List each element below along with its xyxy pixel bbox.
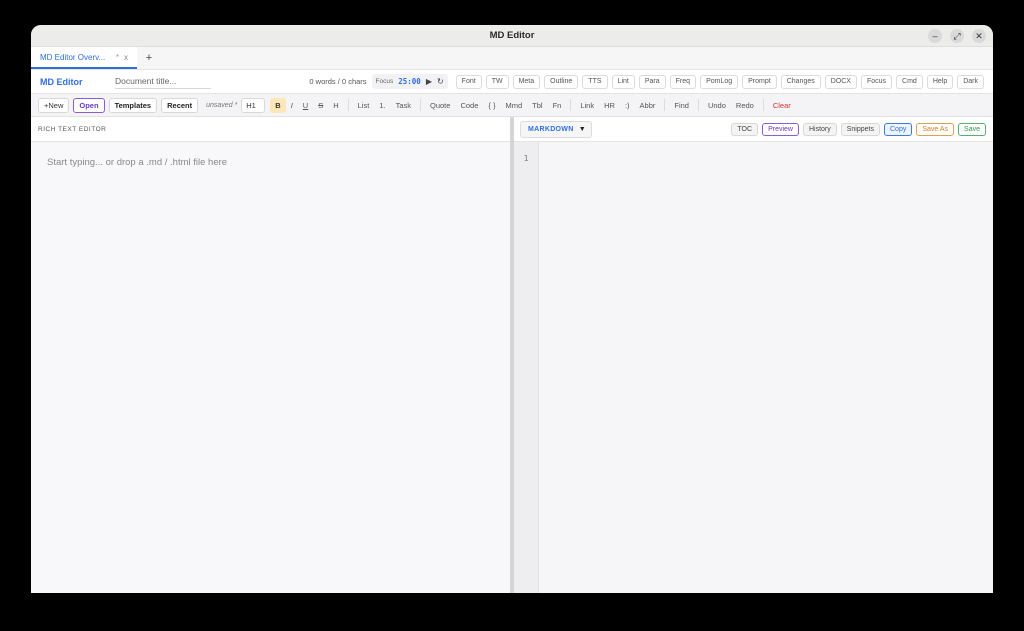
- format-toolbar: +New Open Templates Recent unsaved * H1 …: [31, 94, 993, 117]
- list-button[interactable]: List: [353, 98, 375, 113]
- document-title-input[interactable]: [115, 74, 211, 89]
- markdown-pane-header: MARKDOWN ▼ TOC Preview History Snippets …: [514, 117, 993, 142]
- header-tw-button[interactable]: TW: [485, 74, 509, 89]
- toolbar-divider: [664, 99, 666, 111]
- preview-button[interactable]: Preview: [762, 122, 799, 136]
- markdown-code-area: 1: [514, 142, 993, 593]
- undo-button[interactable]: Undo: [703, 98, 731, 113]
- header-pomlog-button[interactable]: PomLog: [700, 74, 739, 89]
- heading-select[interactable]: H1: [241, 97, 266, 113]
- header-bar: MD Editor 0 words / 0 chars Focus 25:00 …: [31, 70, 993, 94]
- mode-select[interactable]: MARKDOWN ▼: [520, 120, 592, 138]
- header-lint-button[interactable]: Lint: [611, 74, 635, 89]
- header-meta-button[interactable]: Meta: [512, 74, 541, 89]
- templates-button[interactable]: Templates: [108, 97, 158, 113]
- header-changes-button[interactable]: Changes: [780, 74, 821, 89]
- clear-button[interactable]: Clear: [768, 98, 796, 113]
- code-block-button[interactable]: { }: [483, 98, 500, 113]
- word-char-count: 0 words / 0 chars: [309, 77, 367, 86]
- header-focus-button[interactable]: Focus: [860, 74, 893, 89]
- copy-button[interactable]: Copy: [884, 122, 913, 136]
- add-tab-button[interactable]: +: [137, 47, 161, 69]
- header-tts-button[interactable]: TTS: [582, 74, 608, 89]
- editor-placeholder: Start typing... or drop a .md / .html fi…: [47, 157, 228, 168]
- close-icon[interactable]: ✕: [972, 29, 986, 43]
- tab-md-editor-overview[interactable]: MD Editor Overv... * x: [31, 47, 137, 69]
- header-docx-button[interactable]: DOCX: [824, 74, 857, 89]
- toolbar-divider: [762, 99, 764, 111]
- header-font-button[interactable]: Font: [455, 74, 482, 89]
- unsaved-status: unsaved *: [206, 101, 238, 109]
- markdown-pane: MARKDOWN ▼ TOC Preview History Snippets …: [514, 117, 993, 593]
- rich-text-editor[interactable]: Start typing... or drop a .md / .html fi…: [31, 142, 510, 593]
- toolbar-divider: [697, 99, 699, 111]
- editor-workspace: RICH TEXT EDITOR Start typing... or drop…: [31, 117, 993, 593]
- toolbar-divider: [347, 99, 349, 111]
- save-button[interactable]: Save: [958, 122, 986, 136]
- recent-button[interactable]: Recent: [161, 97, 199, 113]
- emoji-button[interactable]: :): [620, 98, 635, 113]
- abbreviation-button[interactable]: Abbr: [635, 98, 661, 113]
- tab-close-button[interactable]: x: [124, 53, 128, 62]
- focus-label: Focus: [375, 78, 394, 85]
- chevron-down-icon: ▼: [578, 125, 586, 133]
- italic-button[interactable]: I: [286, 98, 298, 113]
- reset-icon[interactable]: ↻: [437, 77, 444, 86]
- line-number-gutter: 1: [514, 142, 539, 593]
- tab-label: MD Editor Overv...: [40, 52, 106, 62]
- app-brand: MD Editor: [40, 76, 83, 87]
- highlight-button[interactable]: H: [328, 98, 343, 113]
- bold-button[interactable]: B: [270, 97, 286, 113]
- tab-strip: MD Editor Overv... * x +: [31, 47, 993, 70]
- toolbar-divider: [570, 99, 572, 111]
- minimize-icon[interactable]: –: [928, 29, 942, 43]
- toc-button[interactable]: TOC: [731, 122, 759, 136]
- save-as-button[interactable]: Save As: [916, 122, 955, 136]
- new-button[interactable]: +New: [38, 97, 70, 113]
- line-number: 1: [523, 154, 529, 163]
- rich-text-pane: RICH TEXT EDITOR Start typing... or drop…: [31, 117, 510, 593]
- mode-select-value: MARKDOWN: [528, 125, 574, 133]
- markdown-editor[interactable]: [539, 142, 993, 593]
- tab-modified-indicator: *: [115, 52, 119, 62]
- task-list-button[interactable]: Task: [391, 98, 416, 113]
- focus-timer: Focus 25:00 ▶ ↻: [371, 74, 448, 89]
- header-freq-button[interactable]: Freq: [669, 74, 697, 89]
- toolbar-divider: [420, 99, 421, 111]
- header-chip-group: Font TW Meta Outline TTS Lint Para Freq PomLog Pr…: [452, 74, 984, 89]
- timer-display: 25:00: [398, 77, 421, 86]
- find-button[interactable]: Find: [669, 98, 694, 113]
- header-prompt-button[interactable]: Prompt: [742, 74, 777, 89]
- mermaid-button[interactable]: Mmd: [500, 98, 527, 113]
- code-button[interactable]: Code: [455, 98, 483, 113]
- link-button[interactable]: Link: [575, 98, 599, 113]
- horizontal-rule-button[interactable]: HR: [599, 98, 620, 113]
- play-icon[interactable]: ▶: [426, 77, 432, 86]
- underline-button[interactable]: U: [298, 98, 313, 113]
- app-window: MD Editor – ⤢ ✕ MD Editor Overv... * x +…: [31, 25, 993, 593]
- header-help-button[interactable]: Help: [926, 74, 954, 89]
- snippets-button[interactable]: Snippets: [840, 122, 880, 136]
- title-bar: MD Editor – ⤢ ✕: [31, 25, 993, 47]
- header-dark-button[interactable]: Dark: [957, 74, 984, 89]
- redo-button[interactable]: Redo: [731, 98, 759, 113]
- maximize-icon[interactable]: ⤢: [950, 29, 964, 43]
- header-para-button[interactable]: Para: [638, 74, 666, 89]
- header-cmd-button[interactable]: Cmd: [896, 74, 923, 89]
- strikethrough-button[interactable]: S: [313, 98, 328, 113]
- open-button[interactable]: Open: [73, 97, 105, 113]
- table-button[interactable]: Tbl: [527, 98, 547, 113]
- footnote-button[interactable]: Fn: [548, 98, 567, 113]
- quote-button[interactable]: Quote: [425, 98, 455, 113]
- window-controls: – ⤢ ✕: [928, 29, 986, 43]
- header-outline-button[interactable]: Outline: [544, 74, 579, 89]
- window-title: MD Editor: [489, 30, 535, 41]
- numbered-list-button[interactable]: 1.: [374, 98, 390, 113]
- rich-text-heading: RICH TEXT EDITOR: [31, 117, 510, 142]
- history-button[interactable]: History: [802, 122, 837, 136]
